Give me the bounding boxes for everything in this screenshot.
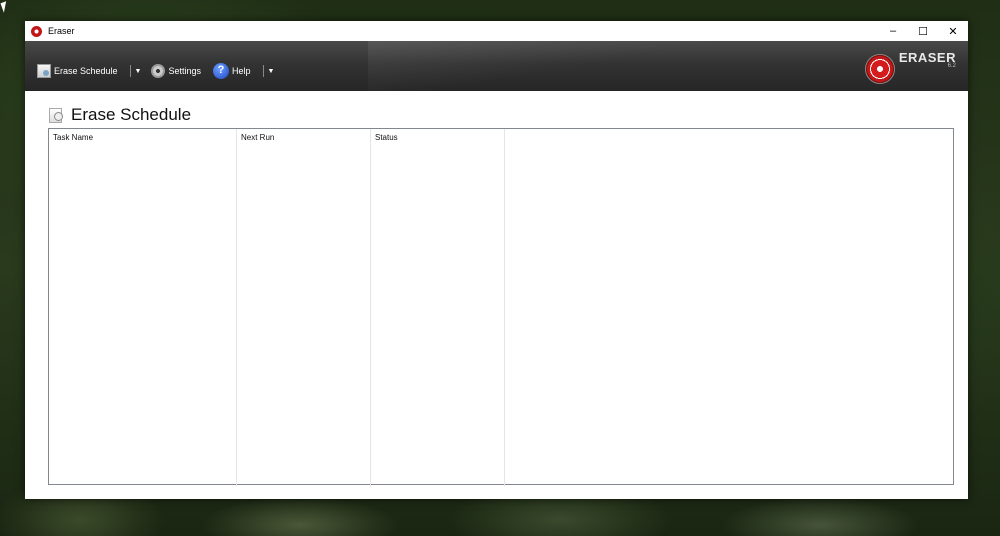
page-header: Erase Schedule (49, 105, 191, 125)
maximize-button[interactable]: ☐ (908, 21, 938, 41)
erase-schedule-dropdown-icon[interactable]: ▼ (135, 68, 142, 75)
eraser-brand: ERASER 6.2 (864, 50, 956, 84)
minimize-button[interactable]: – (878, 21, 908, 41)
erase-schedule-button[interactable]: Erase Schedule (37, 64, 118, 78)
settings-button[interactable]: Settings (151, 64, 201, 78)
close-button[interactable]: ✕ (938, 21, 968, 41)
page-title: Erase Schedule (71, 105, 192, 124)
task-list-header: Task Name Next Run Status (49, 129, 953, 486)
erase-schedule-label: Erase Schedule (54, 66, 118, 76)
help-button[interactable]: ? Help (213, 63, 251, 79)
content-area: Erase Schedule Task Name Next Run Status (25, 91, 968, 499)
eraser-window: Eraser – ☐ ✕ Erase Schedule ▼ Settings ?… (25, 21, 968, 499)
task-list[interactable]: Task Name Next Run Status (48, 128, 954, 486)
column-header-next-run[interactable]: Next Run (237, 129, 371, 486)
column-header-task-name[interactable]: Task Name (49, 129, 237, 486)
eraser-app-icon[interactable] (31, 25, 42, 37)
column-header-filler (505, 129, 953, 486)
column-header-status[interactable]: Status (371, 129, 505, 486)
eraser-logo-icon (864, 54, 895, 84)
erase-schedule-icon (37, 64, 51, 78)
settings-label: Settings (168, 66, 202, 76)
window-controls: – ☐ ✕ (878, 21, 968, 41)
main-toolbar: Erase Schedule ▼ Settings ? Help ▼ ERASE… (25, 41, 968, 91)
help-icon: ? (213, 63, 230, 79)
title-bar[interactable]: Eraser – ☐ ✕ (25, 21, 968, 41)
gear-icon (151, 64, 166, 78)
help-label: Help (232, 66, 251, 76)
help-dropdown-icon[interactable]: ▼ (268, 68, 275, 75)
toolbar-separator (129, 65, 131, 77)
erase-schedule-page-icon (49, 107, 63, 123)
toolbar-separator (262, 65, 264, 77)
window-title: Eraser (48, 26, 75, 36)
